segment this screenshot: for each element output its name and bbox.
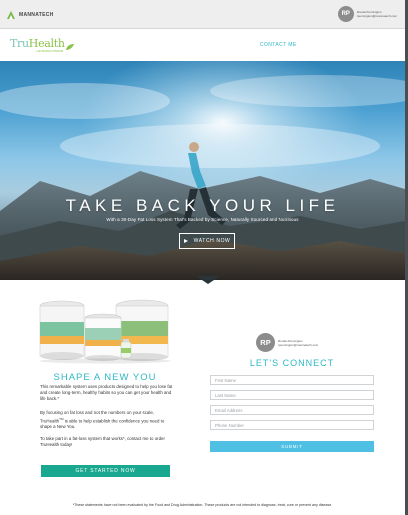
leaf-icon: [65, 37, 74, 50]
mannatech-logo[interactable]: MANNATECH: [6, 9, 54, 21]
site-header: TruHealth a MANNATECH BRAND CONTACT ME: [0, 29, 405, 61]
product-image: [39, 299, 171, 364]
hero-title: TAKE BACK YOUR LIFE: [65, 196, 340, 215]
hero-notch: [196, 276, 220, 284]
first-name-field[interactable]: First Name: [210, 375, 374, 385]
lets-connect-title: LET'S CONNECT: [249, 358, 335, 368]
watch-now-label: WATCH NOW: [193, 238, 231, 244]
user-menu[interactable]: RP Ronda Pennington rpennington@mannatec…: [337, 6, 397, 22]
contact-paragraph: To take part in a fat-loss system that w…: [40, 436, 165, 447]
email-field[interactable]: Email Address: [210, 405, 374, 415]
contact-me-link[interactable]: CONTACT ME: [260, 42, 297, 48]
distributor-card: RP Ronda Pennington rpennington@mannatec…: [256, 333, 318, 352]
truhealth-logo[interactable]: TruHealth a MANNATECH BRAND: [10, 37, 74, 53]
hero-subtitle: With a 30-Day Fat Loss System That's Bac…: [106, 217, 299, 222]
top-bar: MANNATECH RP Ronda Pennington rpenningto…: [0, 0, 405, 29]
avatar: RP: [337, 6, 354, 22]
fda-disclaimer: *These statements have not been evaluate…: [72, 503, 333, 507]
focus-paragraph: By focusing on fat loss and not the numb…: [40, 410, 165, 430]
mannatech-logo-icon: [6, 10, 16, 20]
logo-word-tru: Tru: [10, 37, 29, 50]
play-icon: [183, 239, 188, 243]
shape-title: SHAPE A NEW YOU: [53, 372, 157, 383]
intro-paragraph: This remarkable system uses products des…: [40, 384, 173, 401]
page: MANNATECH RP Ronda Pennington rpenningto…: [0, 0, 405, 515]
avatar: RP: [256, 333, 275, 352]
submit-button[interactable]: SUBMIT: [210, 441, 374, 452]
brand-name: MANNATECH: [19, 12, 54, 18]
last-name-field[interactable]: Last Name: [210, 390, 374, 400]
get-started-button[interactable]: GET STARTED NOW: [41, 465, 170, 477]
distributor-email: rpennington@mannatech.com: [278, 342, 319, 347]
logo-subtitle: a MANNATECH BRAND: [36, 50, 64, 53]
hero-banner: TAKE BACK YOUR LIFE With a 30-Day Fat Lo…: [0, 61, 405, 280]
user-email: rpennington@mannatech.com: [356, 14, 397, 18]
phone-field[interactable]: Phone Number: [210, 420, 374, 430]
logo-word-health: Health: [28, 37, 65, 50]
watch-now-button[interactable]: WATCH NOW: [179, 233, 235, 249]
